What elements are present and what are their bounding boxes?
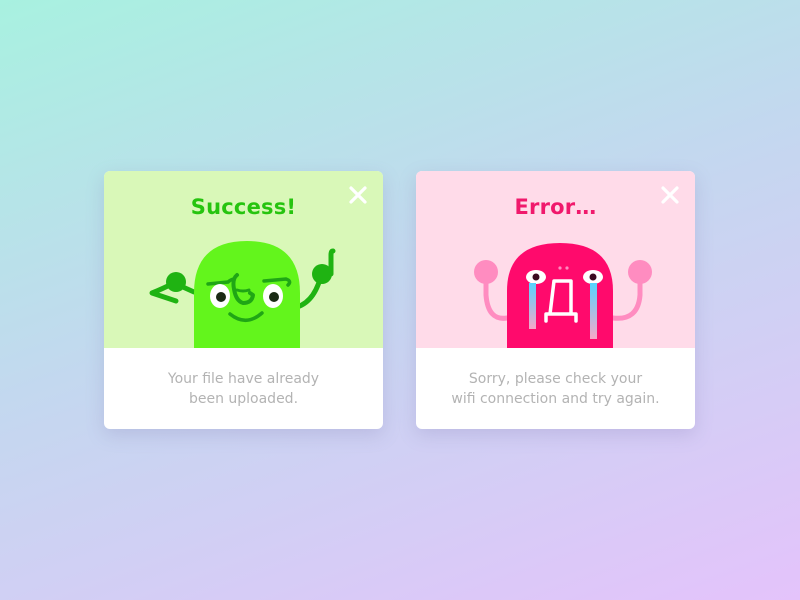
success-message-line: been uploaded. [188,391,299,407]
success-dialog: Success! Your file have already been upl… [104,171,383,429]
error-message-line: Sorry, please check your [468,371,643,387]
error-illustration-panel: Error… [416,171,695,348]
error-message-line: wifi connection and try again. [451,391,660,407]
error-message: Sorry, please check your wifi connection… [416,369,695,409]
success-message: Your file have already been uploaded. [104,369,383,409]
crying-monster-icon [474,243,652,348]
success-illustration-panel: Success! [104,171,383,348]
happy-monster-icon [149,241,336,348]
success-message-line: Your file have already [167,371,320,387]
error-dialog: Error… Sorry, please check your wifi con… [416,171,695,429]
